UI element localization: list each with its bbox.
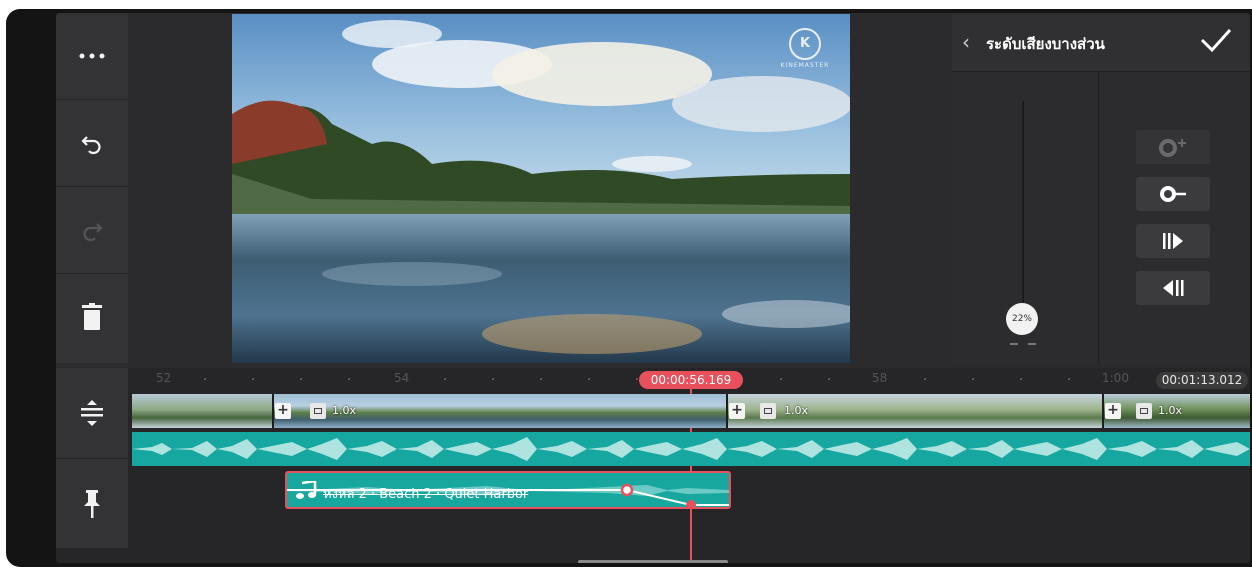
undo-button[interactable]: [56, 100, 128, 187]
panel-header: ‹ ระดับเสียงบางส่วน: [952, 13, 1250, 72]
home-indicator[interactable]: [578, 560, 728, 563]
back-button[interactable]: ‹: [962, 30, 970, 54]
clip-speed-label: 1.0x: [1158, 404, 1183, 417]
ruler-tick: [780, 378, 782, 380]
music-note-icon: [296, 481, 317, 499]
redo-icon: [83, 223, 103, 242]
delete-button[interactable]: [56, 274, 128, 360]
previous-keyframe-button[interactable]: [1136, 271, 1210, 305]
audio-waveform: [132, 437, 1250, 461]
clip-separator: [1102, 394, 1104, 428]
ruler-tick: [444, 378, 446, 380]
ruler-tick: [492, 378, 494, 380]
redo-button[interactable]: [56, 187, 128, 274]
playhead-time: 00:00:56.169: [639, 371, 743, 389]
keyframe-remove-icon: [1160, 186, 1186, 202]
add-transition-button[interactable]: +: [1105, 403, 1121, 419]
add-transition-button[interactable]: +: [729, 403, 745, 419]
panel-title: ระดับเสียงบางส่วน: [986, 35, 1105, 53]
confirm-button[interactable]: [1200, 27, 1232, 57]
ruler-tick: [252, 378, 254, 380]
ruler-tick: [1020, 378, 1022, 380]
speed-icon: [1136, 403, 1152, 419]
clip-separator: [272, 394, 274, 428]
kinemaster-watermark: K KINEMASTER: [774, 28, 836, 69]
volume-tick: [1010, 343, 1018, 345]
ruler-tick: [588, 378, 590, 380]
next-keyframe-button[interactable]: [1136, 224, 1210, 258]
ruler-label: 58: [872, 371, 888, 385]
ruler-tick: [636, 378, 638, 380]
ruler-tick: [924, 378, 926, 380]
music-clip-title: หงหล 2 · Beach 2 · Quiet Harbor: [323, 487, 529, 502]
partial-volume-panel: ‹ ระดับเสียงบางส่วน 22%: [952, 13, 1250, 363]
speed-icon: [760, 403, 776, 419]
ruler-tick: [204, 378, 206, 380]
clip-speed-label: 1.0x: [332, 404, 357, 417]
undo-icon: [81, 136, 101, 155]
add-transition-button[interactable]: +: [275, 403, 291, 419]
ruler-tick: [828, 378, 830, 380]
clip-separator: [726, 394, 728, 428]
clip-speed-label: 1.0x: [784, 404, 809, 417]
next-keyframe-icon: [1163, 233, 1183, 249]
total-duration: 00:01:13.012: [1156, 372, 1248, 389]
timeline: 52 54 58 1:00 00:00:56.169 00:01:13.012: [56, 368, 1250, 563]
ruler-label: 54: [394, 371, 410, 385]
left-toolbar: [56, 13, 128, 363]
pin-icon: [84, 490, 100, 518]
preview-image: [232, 14, 850, 363]
speed-icon: [310, 403, 326, 419]
clip-thumbnail: [132, 394, 272, 428]
ruler-tick: [540, 378, 542, 380]
ruler-tick: [972, 378, 974, 380]
ruler-label: 1:00: [1102, 371, 1129, 385]
checkmark-icon: [1200, 28, 1232, 53]
watermark-text: KINEMASTER: [780, 62, 830, 69]
ruler-tick: [348, 378, 350, 380]
ruler-label: 52: [156, 371, 172, 385]
video-preview[interactable]: K KINEMASTER: [232, 14, 850, 363]
more-button[interactable]: [56, 13, 128, 100]
timeline-side-tools: [56, 368, 128, 548]
kinemaster-editor: K KINEMASTER ‹ ระดับเสียงบางส่วน 22% 52 …: [56, 13, 1250, 563]
remove-keyframe-button[interactable]: [1136, 177, 1210, 211]
video-audio-track[interactable]: [132, 432, 1250, 466]
pin-button[interactable]: [56, 459, 128, 549]
timeline-expand-icon: [81, 400, 103, 426]
watermark-logo: K: [789, 28, 821, 60]
music-clip[interactable]: หงหล 2 · Beach 2 · Quiet Harbor: [285, 471, 731, 509]
more-dots-icon: [79, 53, 105, 59]
trash-icon: [82, 303, 102, 330]
volume-slider-knob[interactable]: 22%: [1006, 303, 1038, 335]
timeline-expand-button[interactable]: [56, 368, 128, 459]
previous-keyframe-icon: [1163, 280, 1184, 296]
panel-divider: [1098, 71, 1099, 363]
ruler-tick: [1068, 378, 1070, 380]
video-track[interactable]: + 1.0x + 1.0x + 1.0x: [132, 394, 1250, 428]
volume-tick: [1028, 343, 1036, 345]
ruler-tick: [300, 378, 302, 380]
volume-slider-track[interactable]: [1022, 101, 1024, 321]
add-keyframe-button[interactable]: [1136, 130, 1210, 164]
keyframe-add-icon: [1159, 139, 1186, 157]
